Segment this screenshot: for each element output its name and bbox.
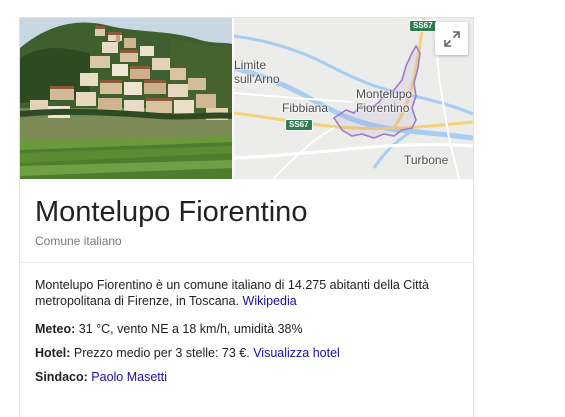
- fact-hotel-label: Hotel:: [35, 346, 71, 360]
- fact-hotel-value: Prezzo medio per 3 stelle: 73 €.: [73, 346, 250, 360]
- expand-icon: [443, 30, 460, 47]
- fact-sindaco: Sindaco: Paolo Masetti: [35, 369, 167, 385]
- fact-hotel: Hotel: Prezzo medio per 3 stelle: 73 €. …: [35, 345, 340, 361]
- road-shield-top: SS67: [409, 20, 437, 32]
- view-hotels-link[interactable]: Visualizza hotel: [253, 346, 340, 360]
- knowledge-panel: Limite sull'Arno Fibbiana Montelupo Fior…: [19, 17, 474, 417]
- entity-description: Montelupo Fiorentino è un comune italian…: [35, 277, 460, 309]
- map-label-fibbiana[interactable]: Fibbiana: [282, 101, 328, 115]
- fact-meteo: Meteo: 31 °C, vento NE a 18 km/h, umidit…: [35, 321, 303, 337]
- entity-title: Montelupo Fiorentino: [35, 196, 308, 228]
- fact-meteo-value: 31 °C, vento NE a 18 km/h, umidità 38%: [78, 322, 303, 336]
- fact-meteo-label: Meteo:: [35, 322, 76, 336]
- town-photo[interactable]: [20, 18, 232, 179]
- expand-map-button[interactable]: [435, 22, 468, 55]
- map-label-montelupo[interactable]: Montelupo: [356, 87, 412, 101]
- location-map[interactable]: Limite sull'Arno Fibbiana Montelupo Fior…: [234, 18, 473, 179]
- fact-sindaco-label: Sindaco:: [35, 370, 88, 384]
- entity-subtitle: Comune italiano: [35, 234, 122, 248]
- section-divider: [20, 262, 473, 263]
- map-label-montelupo-2[interactable]: Fiorentino: [356, 101, 409, 115]
- map-label-limite[interactable]: Limite: [234, 58, 266, 72]
- media-strip: Limite sull'Arno Fibbiana Montelupo Fior…: [20, 18, 473, 179]
- map-label-limite-2[interactable]: sull'Arno: [234, 72, 280, 86]
- map-label-turbone[interactable]: Turbone: [404, 153, 448, 167]
- wikipedia-link[interactable]: Wikipedia: [243, 294, 297, 308]
- description-text: Montelupo Fiorentino è un comune italian…: [35, 278, 430, 308]
- road-shield-bottom: SS67: [285, 119, 313, 131]
- mayor-link[interactable]: Paolo Masetti: [91, 370, 167, 384]
